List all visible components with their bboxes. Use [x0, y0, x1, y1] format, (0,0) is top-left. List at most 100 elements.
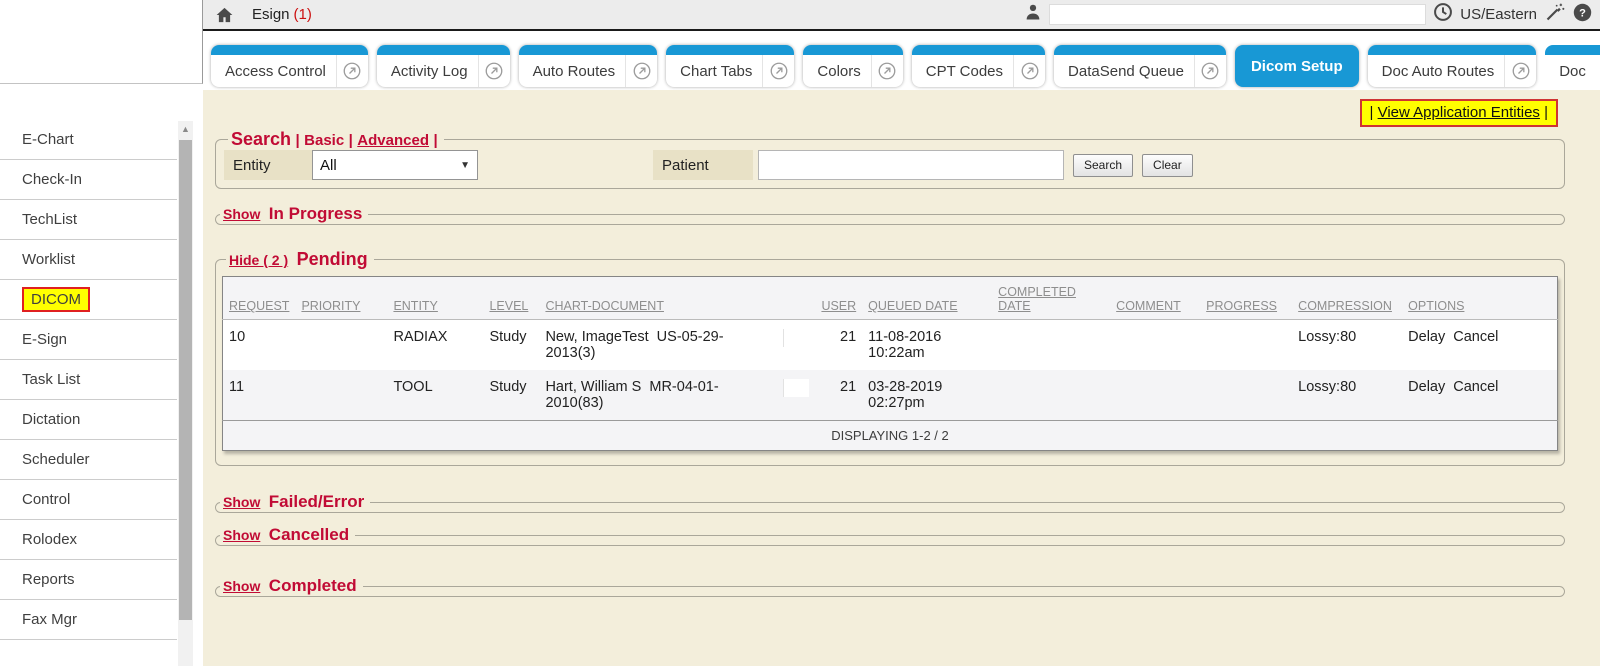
tab-chart-tabs[interactable]: Chart Tabs	[666, 45, 794, 87]
hide-pending-link[interactable]: Hide ( 2 )	[229, 252, 288, 268]
tab-dicom-setup[interactable]: Dicom Setup	[1235, 45, 1359, 87]
show-failed-error-link[interactable]: Show	[223, 494, 260, 510]
popout-icon[interactable]	[1504, 55, 1536, 87]
col-request[interactable]: REQUEST	[223, 277, 296, 320]
popout-icon[interactable]	[478, 55, 510, 87]
popout-icon[interactable]	[1194, 55, 1226, 87]
show-completed-link[interactable]: Show	[223, 578, 260, 594]
wand-icon[interactable]	[1544, 2, 1566, 27]
popout-icon[interactable]	[762, 55, 794, 87]
pipe: |	[349, 132, 353, 149]
scrollbar-thumb[interactable]	[179, 140, 192, 620]
tab-datasend-queue[interactable]: DataSend Queue	[1054, 45, 1226, 87]
sidebar-item-reports[interactable]: Reports	[0, 560, 177, 600]
pending-legend: Hide ( 2 ) Pending	[226, 249, 374, 270]
tab-doc-truncated[interactable]: Doc	[1545, 45, 1600, 87]
tab-activity-log[interactable]: Activity Log	[377, 45, 510, 87]
sidebar-item-task-list[interactable]: Task List	[0, 360, 177, 400]
pipe: |	[1544, 104, 1548, 121]
sidebar-item-techlist[interactable]: TechList	[0, 200, 177, 240]
tab-label: Colors	[803, 63, 870, 80]
tab-label: CPT Codes	[912, 63, 1013, 80]
cell-level: Study	[483, 370, 539, 421]
show-in-progress-link[interactable]: Show	[223, 206, 260, 222]
cell-user: 21	[815, 320, 862, 371]
popout-icon[interactable]	[336, 55, 368, 87]
cell-completed-date	[992, 370, 1110, 421]
sidebar-item-rolodex[interactable]: Rolodex	[0, 520, 177, 560]
col-priority[interactable]: PRIORITY	[295, 277, 387, 320]
col-level[interactable]: LEVEL	[483, 277, 539, 320]
patient-input[interactable]	[758, 150, 1064, 180]
popout-icon[interactable]	[625, 55, 657, 87]
sidebar-scrollbar[interactable]: ▲	[178, 121, 193, 666]
tab-access-control[interactable]: Access Control	[211, 45, 368, 87]
col-entity[interactable]: ENTITY	[387, 277, 483, 320]
scroll-up-icon[interactable]: ▲	[178, 121, 193, 136]
sidebar-item-e-chart[interactable]: E-Chart	[0, 120, 177, 160]
in-progress-legend: Show In Progress	[220, 204, 368, 224]
chevron-down-icon: ▼	[460, 160, 470, 171]
sidebar-item-check-in[interactable]: Check-In	[0, 160, 177, 200]
col-progress[interactable]: PROGRESS	[1200, 277, 1292, 320]
tab-label: Chart Tabs	[666, 63, 762, 80]
col-comment[interactable]: COMMENT	[1110, 277, 1200, 320]
cell-comment	[1110, 370, 1200, 421]
delay-action[interactable]: Delay	[1408, 379, 1445, 395]
cell-entity: RADIAX	[387, 320, 483, 371]
delay-action[interactable]: Delay	[1408, 329, 1445, 345]
col-completed-date[interactable]: COMPLETED DATE	[992, 277, 1110, 320]
sidebar-item-label: Worklist	[22, 251, 75, 268]
table-row: 10 RADIAX Study New, ImageTest US-05-29-…	[223, 320, 1558, 371]
col-options[interactable]: OPTIONS	[1402, 277, 1557, 320]
cancel-action[interactable]: Cancel	[1453, 379, 1498, 395]
sidebar-item-dictation[interactable]: Dictation	[0, 400, 177, 440]
col-user-spacer	[777, 277, 815, 320]
cell-progress	[1200, 370, 1292, 421]
user-icon	[1024, 3, 1042, 26]
tab-accent-strip	[666, 45, 794, 55]
clock-icon	[1433, 2, 1453, 27]
home-icon[interactable]	[215, 6, 234, 24]
sidebar-item-label: E-Chart	[22, 131, 74, 148]
tab-label: Dicom Setup	[1235, 58, 1359, 75]
timezone-label: US/Eastern	[1460, 6, 1537, 23]
sidebar-item-e-sign[interactable]: E-Sign	[0, 320, 177, 360]
pending-queue-table: REQUEST PRIORITY ENTITY LEVEL CHART-DOCU…	[222, 276, 1558, 451]
search-basic-link[interactable]: Basic	[304, 132, 344, 149]
cell-progress	[1200, 320, 1292, 371]
popout-icon[interactable]	[1013, 55, 1045, 87]
cancel-action[interactable]: Cancel	[1453, 329, 1498, 345]
col-queued-date[interactable]: QUEUED DATE	[862, 277, 992, 320]
cell-comment	[1110, 320, 1200, 371]
sidebar-item-dicom[interactable]: DICOM	[0, 280, 177, 320]
tab-auto-routes[interactable]: Auto Routes	[519, 45, 658, 87]
tab-doc-auto-routes[interactable]: Doc Auto Routes	[1368, 45, 1537, 87]
col-chart-document[interactable]: CHART-DOCUMENT	[539, 277, 777, 320]
clear-button[interactable]: Clear	[1142, 154, 1193, 177]
sidebar-item-label: Reports	[22, 571, 75, 588]
cell-compression: Lossy:80	[1292, 320, 1402, 371]
tab-accent-strip	[1545, 45, 1600, 55]
tab-colors[interactable]: Colors	[803, 45, 902, 87]
cell-level: Study	[483, 320, 539, 371]
col-compression[interactable]: COMPRESSION	[1292, 277, 1402, 320]
global-search-input[interactable]	[1049, 4, 1426, 25]
show-cancelled-link[interactable]: Show	[223, 527, 260, 543]
search-button[interactable]: Search	[1073, 154, 1133, 177]
popout-icon[interactable]	[871, 55, 903, 87]
view-application-entities-link[interactable]: View Application Entities	[1378, 104, 1540, 121]
col-user[interactable]: USER	[815, 277, 862, 320]
completed-legend: Show Completed	[220, 576, 363, 596]
entity-select[interactable]: All ▼	[312, 150, 478, 180]
sidebar-item-worklist[interactable]: Worklist	[0, 240, 177, 280]
tab-cpt-codes[interactable]: CPT Codes	[912, 45, 1045, 87]
help-icon[interactable]: ?	[1573, 3, 1592, 27]
search-advanced-link[interactable]: Advanced	[357, 132, 429, 149]
sidebar-item-fax-mgr[interactable]: Fax Mgr	[0, 600, 177, 640]
sidebar-item-scheduler[interactable]: Scheduler	[0, 440, 177, 480]
entity-select-value: All	[320, 157, 337, 174]
sidebar-item-control[interactable]: Control	[0, 480, 177, 520]
cell-priority	[295, 370, 387, 421]
sidebar-item-label: Scheduler	[22, 451, 90, 468]
